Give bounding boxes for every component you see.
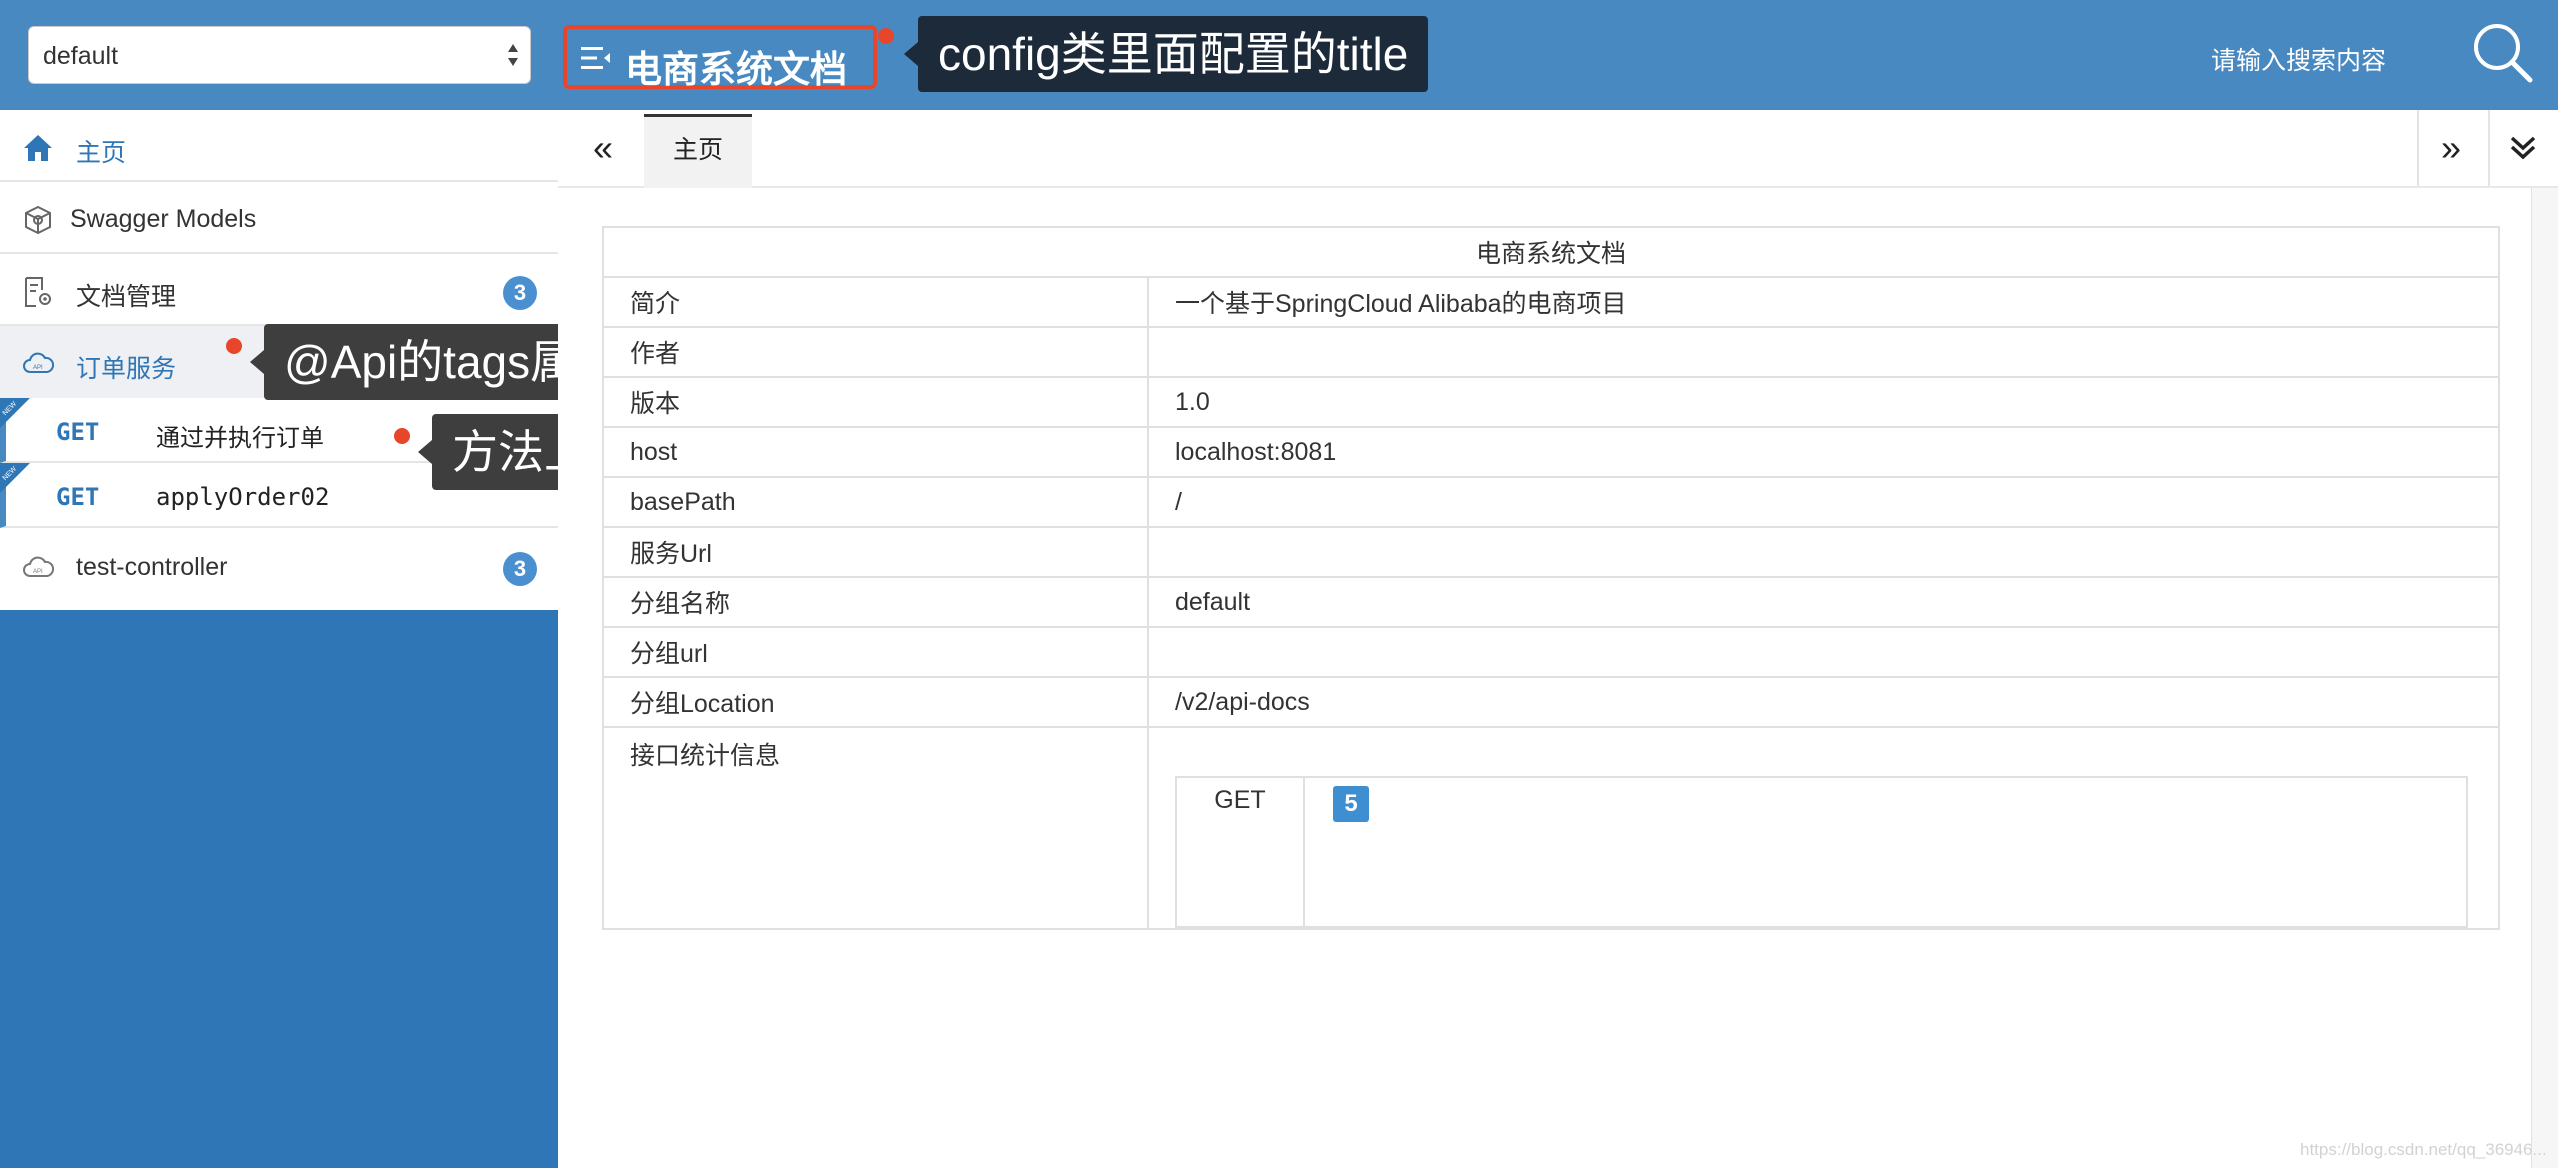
tabs-scroll-right-icon[interactable]: » bbox=[2422, 110, 2480, 186]
table-row: 版本 1.0 bbox=[602, 376, 2500, 428]
select-arrows-icon bbox=[508, 44, 518, 66]
document-settings-icon bbox=[25, 277, 51, 307]
divider bbox=[2417, 110, 2419, 186]
api-stats-table: GET 5 bbox=[1175, 776, 2468, 928]
table-row: 服务Url bbox=[602, 526, 2500, 578]
doc-info-title: 电商系统文档 bbox=[602, 226, 2500, 278]
tab-home[interactable]: 主页 bbox=[644, 114, 752, 188]
count-badge: 3 bbox=[503, 276, 537, 310]
info-key: 作者 bbox=[602, 326, 1149, 378]
count-badge: 3 bbox=[503, 552, 537, 586]
info-key: 分组Location bbox=[602, 676, 1149, 728]
info-value: localhost:8081 bbox=[1147, 426, 2500, 478]
info-key: basePath bbox=[602, 476, 1149, 528]
info-value: default bbox=[1147, 576, 2500, 628]
table-row: 分组名称 default bbox=[602, 576, 2500, 628]
sidebar-item-label: Swagger Models bbox=[70, 205, 257, 233]
info-key: 服务Url bbox=[602, 526, 1149, 578]
info-key: host bbox=[602, 426, 1149, 478]
info-value: 1.0 bbox=[1147, 376, 2500, 428]
search-icon[interactable] bbox=[2472, 22, 2534, 84]
stats-row: GET 5 bbox=[1175, 776, 2468, 928]
api-summary: applyOrder02 bbox=[156, 483, 330, 511]
tabs-menu-chevron-icon[interactable] bbox=[2508, 132, 2538, 162]
info-value bbox=[1147, 526, 2500, 578]
info-key: 版本 bbox=[602, 376, 1149, 428]
info-value bbox=[1147, 626, 2500, 678]
info-value bbox=[1147, 326, 2500, 378]
group-select[interactable]: default bbox=[28, 26, 531, 84]
annotation-dot bbox=[878, 28, 894, 44]
search-input[interactable]: 请输入搜索内容 bbox=[2211, 41, 2386, 77]
title-callout: config类里面配置的title bbox=[903, 16, 1429, 92]
sidebar-item-label: 订单服务 bbox=[76, 355, 177, 383]
info-key: 分组名称 bbox=[602, 576, 1149, 628]
svg-text:API: API bbox=[33, 569, 43, 575]
http-method: GET bbox=[56, 483, 100, 511]
api-summary: 通过并执行订单 bbox=[156, 425, 324, 452]
info-value: / bbox=[1147, 476, 2500, 528]
table-header-row: 电商系统文档 bbox=[602, 226, 2500, 278]
table-row: 作者 bbox=[602, 326, 2500, 378]
table-row: 简介 一个基于SpringCloud Alibaba的电商项目 bbox=[602, 276, 2500, 328]
tabs-scroll-left-icon[interactable]: « bbox=[574, 110, 632, 186]
table-row: 接口统计信息 GET 5 bbox=[602, 726, 2500, 930]
cube-icon bbox=[25, 205, 51, 235]
watermark: https://blog.csdn.net/qq_36946... bbox=[2300, 1140, 2547, 1159]
http-method: GET bbox=[56, 418, 100, 446]
sidebar-item-doc-manage[interactable]: 文档管理 3 bbox=[0, 254, 558, 326]
sidebar-item-label: 文档管理 bbox=[76, 283, 177, 311]
doc-title-highlight: 电商系统文档 bbox=[563, 25, 877, 90]
sidebar-item-swagger-models[interactable]: Swagger Models bbox=[0, 182, 558, 254]
info-key: 简介 bbox=[602, 276, 1149, 328]
api-stats-cell: GET 5 bbox=[1147, 726, 2500, 930]
sidebar: 主页 Swagger Models 文档管理 3 API 订单服务 NEW GE… bbox=[0, 110, 558, 1168]
info-value: 一个基于SpringCloud Alibaba的电商项目 bbox=[1147, 276, 2500, 328]
new-tag-icon: NEW bbox=[0, 463, 30, 493]
divider bbox=[2488, 110, 2490, 186]
api-cloud-icon: API bbox=[23, 352, 54, 373]
stats-method: GET bbox=[1175, 776, 1305, 928]
vertical-scrollbar[interactable] bbox=[2531, 188, 2558, 1168]
info-key: 分组url bbox=[602, 626, 1149, 678]
info-value: /v2/api-docs bbox=[1147, 676, 2500, 728]
sidebar-item-label: test-controller bbox=[76, 553, 228, 581]
annotation-dot bbox=[394, 428, 410, 444]
api-cloud-icon: API bbox=[23, 556, 54, 577]
table-row: 分组url bbox=[602, 626, 2500, 678]
doc-title: 电商系统文档 bbox=[625, 49, 847, 90]
sidebar-item-home[interactable]: 主页 bbox=[0, 110, 558, 182]
stats-count-cell: 5 bbox=[1303, 776, 2468, 928]
doc-info-table: 电商系统文档 简介 一个基于SpringCloud Alibaba的电商项目 作… bbox=[602, 226, 2500, 930]
menu-fold-icon[interactable] bbox=[581, 45, 611, 71]
sidebar-item-test-controller[interactable]: API test-controller 3 bbox=[0, 530, 558, 606]
top-header: default 电商系统文档 config类里面配置的title 请输入搜索内容 bbox=[0, 0, 2558, 110]
stats-count-badge: 5 bbox=[1333, 786, 1369, 822]
home-icon bbox=[24, 135, 52, 161]
info-key: 接口统计信息 bbox=[602, 726, 1149, 930]
table-row: basePath / bbox=[602, 476, 2500, 528]
annotation-dot bbox=[226, 338, 242, 354]
table-row: 分组Location /v2/api-docs bbox=[602, 676, 2500, 728]
new-tag-icon: NEW bbox=[0, 398, 30, 428]
group-select-value: default bbox=[43, 42, 119, 70]
table-row: host localhost:8081 bbox=[602, 426, 2500, 478]
tab-bar: « 主页 » bbox=[558, 110, 2558, 188]
sidebar-item-label: 主页 bbox=[76, 139, 127, 167]
svg-text:API: API bbox=[33, 365, 43, 371]
